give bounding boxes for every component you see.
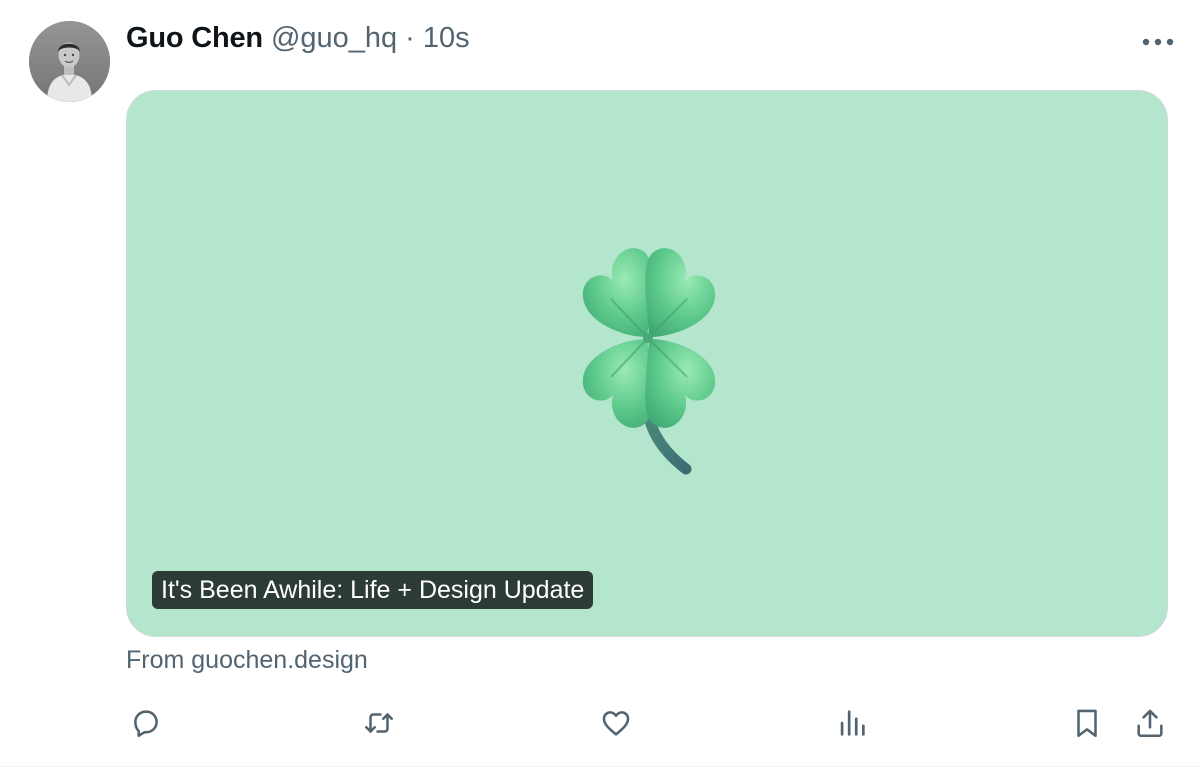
timestamp[interactable]: 10s — [423, 22, 470, 55]
user-handle[interactable]: @guo_hq — [271, 22, 397, 55]
repost-button[interactable] — [356, 700, 402, 746]
views-button[interactable] — [829, 700, 875, 746]
like-button[interactable] — [593, 700, 639, 746]
divider — [0, 766, 1200, 767]
more-options-button[interactable] — [1138, 26, 1178, 58]
repost-arrows-icon — [364, 713, 394, 733]
link-card-title: It's Been Awhile: Life + Design Update — [152, 571, 594, 609]
link-source[interactable]: From guochen.design — [126, 646, 368, 675]
tweet: Guo Chen @guo_hq · 10s It's Been Awhile:… — [0, 0, 1200, 768]
four-leaf-clover-icon — [582, 248, 716, 475]
bookmark-button[interactable] — [1064, 700, 1110, 746]
link-card[interactable]: It's Been Awhile: Life + Design Update — [126, 90, 1168, 637]
display-name[interactable]: Guo Chen — [126, 22, 263, 55]
speech-bubble-icon — [134, 710, 158, 738]
bar-chart-icon — [840, 710, 865, 736]
tweet-header: Guo Chen @guo_hq · 10s — [126, 22, 470, 62]
more-dots-icon — [1142, 38, 1174, 46]
share-upload-icon — [1137, 709, 1163, 738]
separator-dot: · — [405, 22, 415, 54]
share-button[interactable] — [1127, 700, 1173, 746]
bookmark-icon — [1077, 709, 1097, 738]
avatar[interactable] — [29, 21, 110, 102]
reply-button[interactable] — [123, 700, 169, 746]
heart-icon — [602, 711, 630, 736]
